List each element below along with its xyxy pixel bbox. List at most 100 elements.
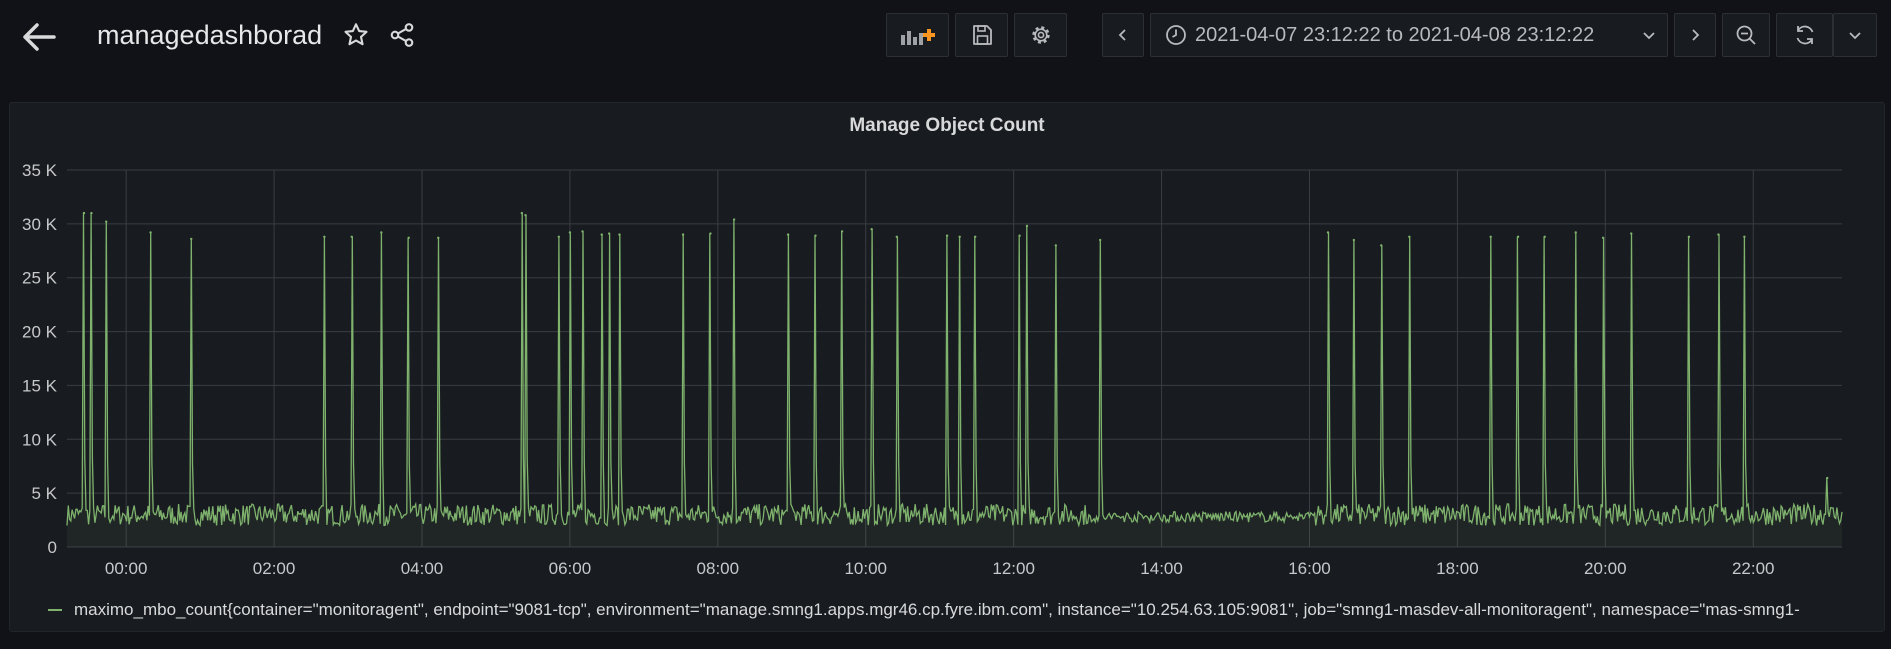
y-tick-label: 5 K — [31, 484, 57, 503]
y-tick-label: 20 K — [22, 323, 58, 342]
add-panel-icon — [900, 29, 935, 45]
spike-point — [1054, 244, 1058, 247]
time-range-label: 2021-04-07 23:12:22 to 2021-04-08 23:12:… — [1195, 23, 1595, 46]
x-tick-label: 02:00 — [253, 559, 296, 578]
spike-point — [618, 233, 621, 236]
spike-point — [90, 211, 93, 215]
spike-point — [681, 233, 685, 236]
line-chart[interactable]: 05 K10 K15 K20 K25 K30 K35 K 00:00 02:00 0… — [10, 103, 1884, 593]
spike-point — [607, 232, 611, 235]
spike-point — [814, 234, 817, 237]
y-tick-label: 15 K — [22, 376, 58, 395]
back-arrow-icon[interactable] — [20, 18, 58, 56]
spike-point — [1717, 233, 1720, 236]
spike-point — [1380, 244, 1383, 247]
y-axis: 0 5 K 10 K 15 K 20 K 25 K 30 K 35 K — [22, 161, 58, 557]
spike-point — [895, 235, 899, 238]
x-tick-label: 08:00 — [697, 559, 740, 578]
spike-point — [1574, 231, 1577, 234]
spike-point — [945, 234, 949, 237]
chevron-right-icon — [1692, 29, 1700, 41]
chevron-down-icon — [1643, 32, 1655, 40]
spike-point — [437, 236, 440, 240]
spike-point — [557, 235, 561, 238]
x-tick-label: 12:00 — [992, 559, 1035, 578]
spike-point — [524, 214, 527, 217]
spike-point — [732, 218, 736, 221]
spike-point — [104, 220, 108, 223]
x-tick-label: 10:00 — [844, 559, 887, 578]
spike-point — [974, 235, 977, 238]
refresh-icon — [1796, 25, 1813, 45]
spike-point — [1025, 224, 1029, 228]
refresh-button[interactable] — [1776, 13, 1833, 57]
spike-point — [1630, 232, 1633, 235]
spike-point — [149, 231, 152, 234]
spike-point — [1743, 235, 1746, 238]
save-dashboard-button[interactable] — [955, 13, 1008, 57]
x-tick-label: 20:00 — [1584, 559, 1627, 578]
spike-point — [1516, 235, 1520, 238]
spike-point — [1352, 238, 1356, 242]
spike-point — [1601, 236, 1605, 240]
x-tick-label: 18:00 — [1436, 559, 1479, 578]
spike-point — [1489, 235, 1492, 238]
save-icon — [972, 25, 992, 45]
x-tick-label: 16:00 — [1288, 559, 1331, 578]
spike-point — [350, 235, 353, 238]
time-shift-back-button[interactable] — [1102, 13, 1144, 57]
spike-point — [407, 236, 410, 240]
legend-swatch — [48, 609, 62, 611]
spike-point — [82, 211, 86, 215]
x-tick-label: 06:00 — [549, 559, 592, 578]
spike-point — [380, 231, 383, 234]
graph-panel: Manage Object Count 05 K 10 K 15 K 20 K 25 K… — [9, 102, 1885, 632]
spike-point — [323, 235, 326, 238]
x-axis: 00:00 02:00 04:00 06:00 08:00 10:00 12:00 14:00… — [105, 559, 1775, 578]
x-tick-label: 04:00 — [401, 559, 444, 578]
series-group — [66, 211, 1843, 547]
dashboard-toolbar: managedashborad 2021-04-07 23:12:22 to 2… — [0, 0, 1891, 72]
add-panel-button[interactable] — [886, 13, 949, 57]
share-icon[interactable] — [388, 21, 416, 49]
zoom-out-button[interactable] — [1722, 13, 1770, 57]
dashboard-settings-button[interactable] — [1014, 13, 1067, 57]
spike-point — [1826, 476, 1829, 480]
x-tick-label: 22:00 — [1732, 559, 1775, 578]
spike-point — [786, 233, 790, 236]
time-range-picker[interactable]: 2021-04-07 23:12:22 to 2021-04-08 23:12:… — [1150, 13, 1668, 57]
y-tick-label: 25 K — [22, 269, 58, 288]
time-shift-forward-button[interactable] — [1674, 13, 1716, 57]
legend[interactable]: maximo_mbo_count{container="monitoragent… — [48, 597, 1878, 623]
x-tick-label: 14:00 — [1140, 559, 1183, 578]
spike-point — [1326, 231, 1330, 234]
spike-point — [1543, 235, 1546, 238]
spike-point — [870, 228, 873, 231]
spike-point — [520, 211, 524, 215]
spike-point — [568, 231, 572, 234]
chevron-left-icon — [1118, 29, 1126, 41]
spike-point — [1098, 238, 1102, 242]
x-tick-label: 00:00 — [105, 559, 148, 578]
refresh-interval-dropdown[interactable] — [1833, 13, 1877, 57]
spike-point — [1018, 234, 1021, 237]
spike-point — [600, 233, 603, 236]
chevron-down-icon — [1849, 32, 1861, 40]
spike-point — [190, 237, 193, 241]
spike-point — [958, 235, 961, 238]
spike-point — [1687, 235, 1691, 238]
y-tick-label: 0 — [48, 538, 57, 557]
spike-point — [709, 232, 712, 235]
y-tick-label: 35 K — [22, 161, 58, 180]
spike-point — [1408, 235, 1411, 238]
spike-point — [581, 230, 584, 233]
y-tick-label: 10 K — [22, 430, 58, 449]
clock-icon — [1166, 25, 1186, 45]
dashboard-title[interactable]: managedashborad — [97, 18, 322, 52]
y-tick-label: 30 K — [22, 215, 58, 234]
zoom-out-icon — [1736, 25, 1756, 45]
gear-icon — [1031, 26, 1050, 44]
legend-series-name: maximo_mbo_count{container="monitoragent… — [74, 600, 1800, 619]
spike-point — [840, 230, 844, 233]
star-icon[interactable] — [342, 21, 370, 49]
